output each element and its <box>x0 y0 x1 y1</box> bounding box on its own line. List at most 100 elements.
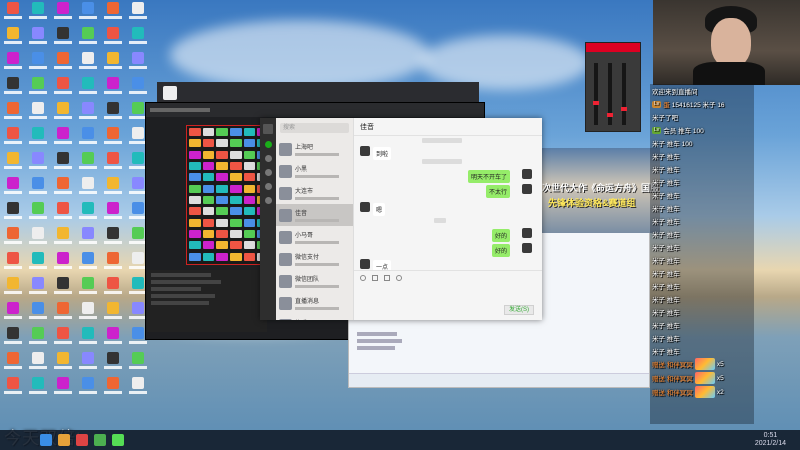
desktop-icon[interactable] <box>2 377 24 399</box>
desktop-icon[interactable] <box>27 377 49 399</box>
desktop-icon[interactable] <box>102 327 124 349</box>
desktop-icon[interactable] <box>77 327 99 349</box>
desktop-icon[interactable] <box>2 352 24 374</box>
moments-icon[interactable] <box>264 197 272 204</box>
search-input[interactable]: 搜索 <box>280 123 349 133</box>
desktop-icon[interactable] <box>2 77 24 99</box>
desktop-icon[interactable] <box>2 252 24 274</box>
source-row[interactable] <box>151 287 201 291</box>
desktop-icon[interactable] <box>77 352 99 374</box>
desktop-icon[interactable] <box>52 327 74 349</box>
desktop-icon[interactable] <box>27 277 49 299</box>
history-icon[interactable] <box>396 275 402 281</box>
streaming-app-titlebar[interactable] <box>146 103 484 117</box>
start-icon[interactable] <box>40 434 52 446</box>
desktop-icon[interactable] <box>77 302 99 324</box>
favorites-icon[interactable] <box>264 169 272 176</box>
desktop-icon[interactable] <box>52 177 74 199</box>
desktop-icon[interactable] <box>52 127 74 149</box>
contact-list-item[interactable]: 小马哥 <box>276 226 353 248</box>
desktop-icon[interactable] <box>127 27 149 49</box>
desktop-icon[interactable] <box>102 152 124 174</box>
desktop-icon[interactable] <box>102 52 124 74</box>
contacts-icon[interactable] <box>264 155 272 162</box>
desktop-icon[interactable] <box>102 127 124 149</box>
wechat-icon[interactable] <box>94 434 106 446</box>
source-row[interactable] <box>151 294 215 298</box>
desktop-icon[interactable] <box>102 377 124 399</box>
desktop-icon[interactable] <box>102 302 124 324</box>
desktop-icon[interactable] <box>127 52 149 74</box>
desktop-icon[interactable] <box>77 252 99 274</box>
desktop-icon[interactable] <box>52 77 74 99</box>
desktop-icon[interactable] <box>52 377 74 399</box>
desktop-icon[interactable] <box>127 377 149 399</box>
desktop-icon[interactable] <box>77 227 99 249</box>
desktop-icon[interactable] <box>52 2 74 24</box>
desktop-icon[interactable] <box>102 252 124 274</box>
desktop-icon[interactable] <box>102 277 124 299</box>
desktop-icon[interactable] <box>77 27 99 49</box>
desktop-icon[interactable] <box>52 102 74 124</box>
desktop-icon[interactable] <box>27 27 49 49</box>
send-button[interactable]: 发送(S) <box>504 305 534 315</box>
desktop-icon[interactable] <box>2 277 24 299</box>
desktop-icon[interactable] <box>52 227 74 249</box>
browser-icon[interactable] <box>76 434 88 446</box>
desktop-icon[interactable] <box>127 2 149 24</box>
folder-icon[interactable] <box>58 434 70 446</box>
desktop-icon[interactable] <box>77 127 99 149</box>
desktop-icon[interactable] <box>27 252 49 274</box>
mixer-fader[interactable] <box>594 63 598 125</box>
mixer-fader[interactable] <box>622 63 626 125</box>
wechat-window[interactable]: 搜索 上海吧小黑大连市佳音小马哥微信支付微信团队直播消息快乐 佳音 到啦 明天不… <box>260 118 542 320</box>
screenshot-icon[interactable] <box>384 275 390 281</box>
source-row[interactable] <box>151 301 209 305</box>
desktop-icon[interactable] <box>2 102 24 124</box>
desktop-icon[interactable] <box>102 27 124 49</box>
desktop-icon[interactable] <box>77 377 99 399</box>
desktop-icon[interactable] <box>27 302 49 324</box>
avatar[interactable] <box>263 124 273 134</box>
emoji-icon[interactable] <box>360 275 366 281</box>
contact-list-item[interactable]: 微信团队 <box>276 270 353 292</box>
desktop-icon[interactable] <box>27 152 49 174</box>
desktop-icon[interactable] <box>77 77 99 99</box>
source-row[interactable] <box>151 280 221 284</box>
desktop-icon[interactable] <box>2 27 24 49</box>
desktop-icon[interactable] <box>52 302 74 324</box>
desktop-icon[interactable] <box>52 252 74 274</box>
contact-list-item[interactable]: 大连市 <box>276 182 353 204</box>
game-ad-banner[interactable]: 次世代大作《命运方舟》国服先锋启航 先锋体验资格&赛道组 <box>540 148 660 233</box>
desktop-icon[interactable] <box>27 102 49 124</box>
files-icon[interactable] <box>264 183 272 190</box>
desktop-icon[interactable] <box>102 352 124 374</box>
desktop-icon[interactable] <box>127 77 149 99</box>
desktop-icon[interactable] <box>27 202 49 224</box>
desktop-icon[interactable] <box>2 177 24 199</box>
contact-list-item[interactable]: 微信支付 <box>276 248 353 270</box>
message-input-area[interactable]: 发送(S) <box>354 270 542 320</box>
contact-list-item[interactable]: 上海吧 <box>276 138 353 160</box>
desktop-icon[interactable] <box>27 327 49 349</box>
list-item[interactable] <box>357 339 402 343</box>
desktop-icon[interactable] <box>2 327 24 349</box>
desktop-icon[interactable] <box>77 277 99 299</box>
desktop-icon[interactable] <box>102 2 124 24</box>
list-item[interactable] <box>357 346 395 350</box>
file-icon[interactable] <box>372 275 378 281</box>
desktop-icon[interactable] <box>2 52 24 74</box>
desktop-icon[interactable] <box>102 202 124 224</box>
desktop-icon[interactable] <box>77 152 99 174</box>
desktop-icon[interactable] <box>52 202 74 224</box>
contact-list-item[interactable]: 小黑 <box>276 160 353 182</box>
chat-icon[interactable] <box>264 141 272 148</box>
desktop-icon[interactable] <box>77 202 99 224</box>
desktop-icon[interactable] <box>2 227 24 249</box>
desktop-icon[interactable] <box>52 352 74 374</box>
desktop-icon[interactable] <box>2 152 24 174</box>
desktop-icon[interactable] <box>27 52 49 74</box>
desktop-icon[interactable] <box>27 352 49 374</box>
desktop-icon[interactable] <box>77 2 99 24</box>
desktop-icon[interactable] <box>127 352 149 374</box>
